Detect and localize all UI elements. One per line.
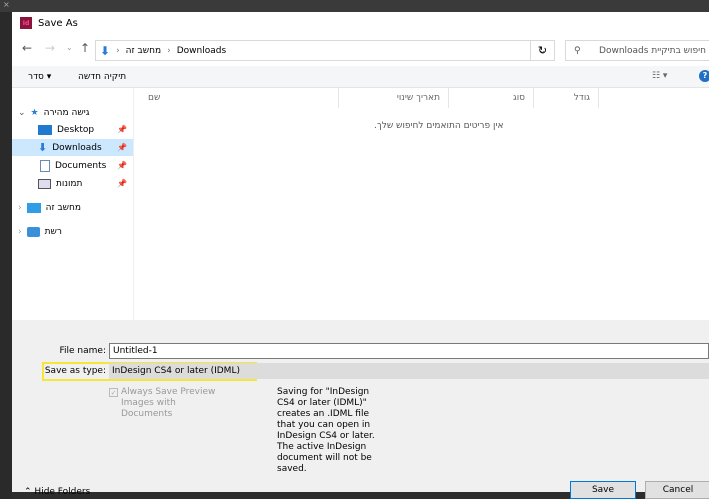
pictures-icon: [38, 178, 51, 189]
save-as-type-label: Save as type:: [44, 366, 106, 376]
refresh-button[interactable]: ↻: [530, 40, 555, 61]
nav-label: מחשב זה: [45, 202, 82, 213]
indesign-logo-icon: Id: [20, 17, 32, 29]
nav-label: Downloads: [52, 142, 102, 153]
hide-folders-button[interactable]: ⌃ Hide Folders: [24, 487, 90, 497]
pin-icon[interactable]: 📌: [117, 143, 127, 152]
file-name-label: File name:: [59, 346, 106, 356]
background-app-bar: ×: [0, 0, 709, 12]
computer-icon: [26, 202, 41, 213]
organize-label: סדר: [28, 72, 44, 82]
empty-message: .אין פריטים התואמים לחיפוש שלך: [374, 121, 504, 131]
nav-network[interactable]: › רשת: [18, 223, 62, 240]
search-input[interactable]: ⚲ חיפוש בתיקיית Downloads: [565, 40, 709, 61]
column-date-modified[interactable]: תאריך שינוי: [339, 88, 449, 108]
nav-quick-access[interactable]: ⌄ ★ גישה מהירה: [18, 104, 133, 121]
address-bar[interactable]: ⬇ › מחשב זה › Downloads ⌄: [95, 40, 555, 61]
title-bar: Id Save As: [12, 12, 709, 34]
download-icon: ⬇: [38, 141, 48, 154]
forward-arrow-icon[interactable]: →: [45, 41, 55, 55]
navigation-pane: ⌄ ★ גישה מהירה Desktop 📌 ⬇ Downloads 📌 Doc…: [12, 88, 133, 320]
nav-this-pc[interactable]: › מחשב זה: [18, 199, 81, 216]
hide-folders-label: Hide Folders: [34, 487, 91, 497]
background-app-panel: [0, 12, 12, 499]
search-icon: ⚲: [574, 45, 581, 56]
network-icon: [26, 226, 40, 237]
nav-downloads[interactable]: ⬇ Downloads 📌: [12, 139, 133, 156]
pin-icon[interactable]: 📌: [117, 161, 127, 170]
desktop-icon: [38, 124, 52, 135]
breadcrumb-this-pc[interactable]: מחשב זה: [126, 46, 161, 56]
chevron-up-icon: ⌃: [24, 487, 32, 497]
nav-desktop[interactable]: Desktop 📌: [12, 121, 133, 138]
save-as-type-select[interactable]: InDesign CS4 or later (IDML): [109, 363, 709, 379]
help-icon[interactable]: ?: [699, 70, 709, 82]
nav-label: גישה מהירה: [43, 107, 90, 118]
dialog-title: Save As: [38, 17, 78, 29]
nav-label: Documents: [55, 160, 107, 171]
nav-label: רשת: [44, 226, 62, 237]
file-name-input[interactable]: Untitled-1: [109, 343, 709, 359]
save-button[interactable]: Save: [570, 481, 636, 499]
downloads-folder-icon: ⬇: [100, 43, 111, 58]
view-options-icon[interactable]: ☷ ▾: [652, 71, 667, 81]
save-options-area: File name: Untitled-1 Save as type: InDe…: [12, 320, 709, 499]
column-size[interactable]: גודל: [534, 88, 599, 108]
refresh-icon: ↻: [537, 44, 548, 57]
chevron-right-icon: ›: [18, 202, 22, 213]
up-arrow-icon[interactable]: ↑: [80, 41, 90, 55]
organize-button[interactable]: סדר ▾: [28, 72, 51, 82]
document-icon: [40, 159, 50, 172]
nav-pictures[interactable]: תמונות 📌: [12, 175, 133, 192]
preview-checkbox-label: Always Save Preview Images with Document…: [121, 387, 216, 419]
pin-icon[interactable]: 📌: [117, 125, 127, 134]
cancel-button[interactable]: Cancel: [645, 481, 709, 499]
recent-dropdown-icon[interactable]: ⌄: [66, 43, 73, 52]
save-as-dialog: Id Save As ← → ⌄ ↑ ⬇ › מחשב זה › Downloa…: [12, 12, 709, 499]
preview-checkbox[interactable]: ✓: [109, 388, 118, 397]
format-description: Saving for "InDesign CS4 or later (IDML)…: [277, 387, 375, 474]
column-type[interactable]: סוג: [449, 88, 534, 108]
chevron-right-icon: ›: [18, 226, 22, 237]
new-folder-button[interactable]: תיקיה חדשה: [78, 72, 126, 82]
search-placeholder: חיפוש בתיקיית Downloads: [599, 45, 706, 56]
chevron-down-icon: ⌄: [18, 107, 26, 118]
nav-label: תמונות: [56, 178, 83, 189]
file-list: שם תאריך שינוי סוג גודל .אין פריטים התוא…: [133, 88, 709, 320]
toolbar: סדר ▾ תיקיה חדשה ☷ ▾ ?: [12, 66, 709, 88]
nav-documents[interactable]: Documents 📌: [12, 157, 133, 174]
column-name[interactable]: שם: [134, 88, 339, 108]
star-icon: ★: [30, 107, 39, 118]
nav-label: Desktop: [57, 124, 95, 135]
breadcrumb-downloads[interactable]: Downloads: [177, 46, 226, 56]
pin-icon[interactable]: 📌: [117, 179, 127, 188]
back-arrow-icon[interactable]: ←: [22, 41, 32, 55]
